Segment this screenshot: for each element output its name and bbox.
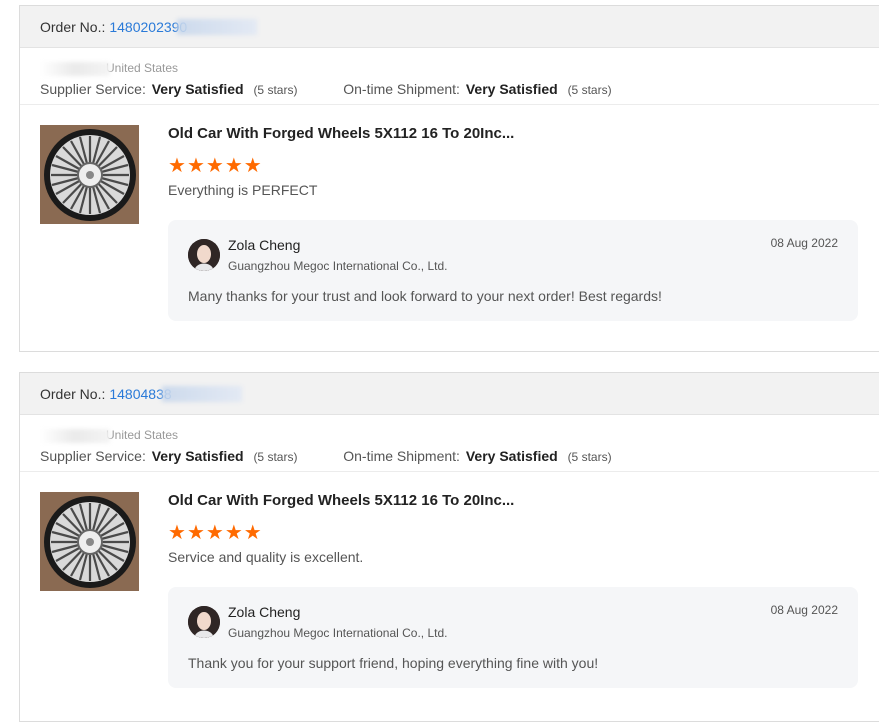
supplier-service-stars: (5 stars) — [253, 450, 298, 464]
review-text: Service and quality is excellent. — [168, 549, 364, 565]
wheel-thumbnail[interactable] — [40, 125, 139, 224]
order-label: Order No.: — [40, 18, 106, 35]
order-meta: United States Supplier Service: Very Sat… — [20, 415, 879, 472]
product-title[interactable]: Old Car With Forged Wheels 5X112 16 To 2… — [168, 492, 514, 509]
order-label: Order No.: — [40, 385, 106, 402]
supplier-service-value: Very Satisfied — [151, 81, 244, 97]
shipment-label: On-time Shipment: — [343, 448, 460, 464]
star-icon: ★ — [205, 155, 224, 177]
supplier-reply: Zola Cheng Guangzhou Megoc International… — [168, 220, 858, 321]
reply-author-name: Zola Cheng — [228, 604, 301, 620]
reply-author-name: Zola Cheng — [228, 237, 301, 253]
review-body: Old Car With Forged Wheels 5X112 16 To 2… — [20, 472, 879, 708]
reply-company: Guangzhou Megoc International Co., Ltd. — [228, 626, 448, 640]
star-icon: ★ — [243, 155, 262, 177]
star-icon: ★ — [224, 155, 243, 177]
shipment-value: Very Satisfied — [465, 448, 558, 464]
review-text: Everything is PERFECT — [168, 182, 318, 198]
shipment-label: On-time Shipment: — [343, 81, 460, 97]
reply-date: 08 Aug 2022 — [770, 603, 838, 617]
supplier-reply: Zola Cheng Guangzhou Megoc International… — [168, 587, 858, 688]
supplier-avatar — [188, 239, 220, 271]
redaction-mask — [177, 18, 258, 35]
service-ratings: Supplier Service: Very Satisfied (5 star… — [40, 448, 879, 464]
star-icon: ★ — [168, 155, 186, 177]
rating-stars: ★★★★★ — [168, 153, 263, 178]
star-icon: ★ — [186, 155, 205, 177]
shipment-stars: (5 stars) — [567, 83, 612, 97]
supplier-service-stars: (5 stars) — [253, 83, 298, 97]
reply-company: Guangzhou Megoc International Co., Ltd. — [228, 259, 448, 273]
reply-text: Thank you for your support friend, hopin… — [188, 655, 599, 671]
reply-date: 08 Aug 2022 — [770, 236, 838, 250]
order-review-card: Order No.: 14804838 United States Suppli… — [19, 372, 879, 722]
shipment-value: Very Satisfied — [465, 81, 558, 97]
order-review-card: Order No.: 1480202390 United States Supp… — [19, 5, 879, 352]
star-icon: ★ — [243, 522, 262, 544]
redaction-mask — [40, 428, 110, 443]
rating-stars: ★★★★★ — [168, 520, 263, 545]
redaction-mask — [161, 385, 242, 402]
supplier-service-value: Very Satisfied — [151, 448, 244, 464]
star-icon: ★ — [224, 522, 243, 544]
product-title[interactable]: Old Car With Forged Wheels 5X112 16 To 2… — [168, 125, 514, 142]
order-header: Order No.: 1480202390 — [20, 6, 879, 48]
reply-text: Many thanks for your trust and look forw… — [188, 288, 662, 304]
reviews-page: Order No.: 1480202390 United States Supp… — [0, 0, 879, 722]
star-icon: ★ — [168, 522, 186, 544]
star-icon: ★ — [205, 522, 224, 544]
supplier-avatar — [188, 606, 220, 638]
supplier-service-label: Supplier Service: — [40, 448, 146, 464]
buyer-country: United States — [40, 58, 879, 78]
supplier-service-label: Supplier Service: — [40, 81, 146, 97]
redaction-mask — [40, 61, 110, 76]
wheel-thumbnail[interactable] — [40, 492, 139, 591]
star-icon: ★ — [186, 522, 205, 544]
review-body: Old Car With Forged Wheels 5X112 16 To 2… — [20, 105, 879, 341]
shipment-stars: (5 stars) — [567, 450, 612, 464]
order-number-link[interactable]: 1480202390 — [109, 19, 187, 35]
order-header: Order No.: 14804838 — [20, 373, 879, 415]
order-meta: United States Supplier Service: Very Sat… — [20, 48, 879, 105]
service-ratings: Supplier Service: Very Satisfied (5 star… — [40, 81, 879, 97]
buyer-country: United States — [40, 425, 879, 445]
